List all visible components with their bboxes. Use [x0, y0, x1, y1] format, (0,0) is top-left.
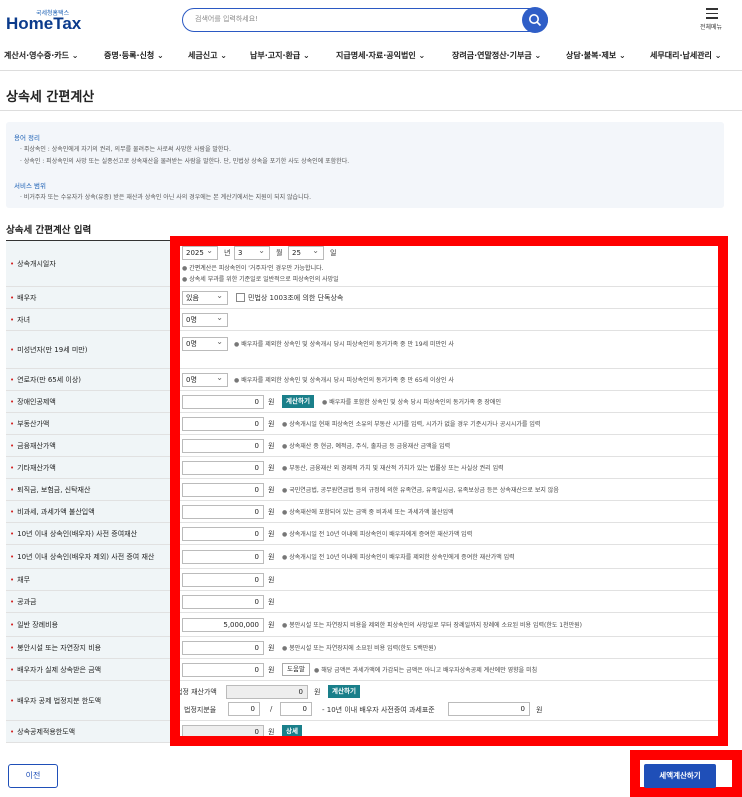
nav-item[interactable]: 세금신고 ⌄: [188, 50, 227, 61]
row-label: 기타재산가액: [10, 463, 56, 473]
nav-item[interactable]: 장려금·연말정산·기부금 ⌄: [452, 50, 541, 61]
row-label: 장애인공제액: [10, 397, 56, 407]
hamburger-icon: [706, 8, 718, 22]
chevron-down-icon: ⌄: [711, 51, 722, 60]
terms-line: · 피상속인 : 상속인에게 자기의 권리, 의무를 물려주는 사로써 사망한 …: [20, 146, 231, 153]
row-label: 상속공제적용한도액: [10, 727, 75, 737]
row-label: 배우자 공제 법정지분 한도액: [10, 696, 101, 706]
nav-item[interactable]: 지급명세·자료·공익법인 ⌄: [336, 50, 425, 61]
section-title: 상속세 간편계산 입력: [6, 225, 92, 236]
calculate-tax-button[interactable]: 세액계산하기: [644, 764, 716, 788]
terms-title: 용어 정리: [14, 134, 40, 142]
search-input[interactable]: 검색어를 입력하세요!: [182, 8, 548, 32]
highlight-box: [170, 236, 728, 746]
row-label: 자녀: [10, 315, 30, 325]
header: 국세청홈택스 HomeTax 검색어를 입력하세요! 전체메뉴: [0, 0, 742, 40]
all-menu-label: 전체메뉴: [700, 24, 723, 31]
row-label: 상속개시일자: [10, 259, 56, 269]
row-label: 봉안시설 또는 자연장지 비용: [10, 643, 101, 653]
nav-divider: [0, 70, 742, 71]
row-label: 배우자가 실제 상속받은 금액: [10, 665, 101, 675]
search-button[interactable]: [522, 7, 548, 33]
chevron-down-icon: ⌄: [154, 51, 164, 60]
row-label: 부동산가액: [10, 419, 49, 429]
row-label: 미성년자(만 19세 미만): [10, 345, 87, 355]
main-nav: 계산서·영수증·카드 ⌄ 증명·등록·신청 ⌄ 세금신고 ⌄ 납부·고지·환급 …: [0, 46, 742, 66]
scope-line: · 비거주자 또는 수유자가 상속(유증) 받은 재산과 상속인 아닌 사의 경…: [20, 194, 312, 201]
row-label: 10년 이내 상속인(배우자) 사전 증여재산: [10, 529, 137, 539]
nav-item[interactable]: 증명·등록·신청 ⌄: [104, 50, 164, 61]
nav-item[interactable]: 납부·고지·환급 ⌄: [250, 50, 310, 61]
prev-button[interactable]: 이전: [8, 764, 58, 788]
page-title: 상속세 간편계산: [6, 90, 95, 105]
chevron-down-icon: ⌄: [300, 51, 310, 60]
chevron-down-icon: ⌄: [68, 51, 79, 60]
row-label: 공과금: [10, 597, 36, 607]
chevron-down-icon: ⌄: [217, 51, 227, 60]
terms-line: · 상속인 : 피상속인의 사망 또는 실종선고로 상속재산을 물려받는 사람을…: [20, 158, 350, 165]
title-divider: [0, 110, 742, 111]
info-box: 용어 정리 · 피상속인 : 상속인에게 자기의 권리, 의무를 물려주는 사로…: [6, 122, 724, 208]
chevron-down-icon: ⌄: [531, 51, 542, 60]
row-label: 연로자(만 65세 이상): [10, 375, 81, 385]
chevron-down-icon: ⌄: [616, 51, 626, 60]
row-label: 10년 이내 상속인(배우자 제외) 사전 증여 재산: [10, 552, 154, 562]
nav-item[interactable]: 상담·불복·제보 ⌄: [566, 50, 626, 61]
chevron-down-icon: ⌄: [415, 51, 426, 60]
scope-title: 서비스 범위: [14, 182, 46, 190]
row-label: 배우자: [10, 293, 36, 303]
row-label: 채무: [10, 575, 30, 585]
nav-item[interactable]: 세무대리·납세관리 ⌄: [650, 50, 721, 61]
row-label: 퇴직금, 보험금, 신탁재산: [10, 485, 90, 495]
row-label: 비과세, 과세가액 불산입액: [10, 507, 95, 517]
logo-title: HomeTax: [6, 14, 82, 33]
row-label: 금융재산가액: [10, 441, 56, 451]
nav-item[interactable]: 계산서·영수증·카드 ⌄: [4, 50, 78, 61]
row-label: 일반 장례비용: [10, 620, 58, 630]
search-icon: [529, 14, 542, 27]
search-placeholder: 검색어를 입력하세요!: [195, 15, 258, 23]
